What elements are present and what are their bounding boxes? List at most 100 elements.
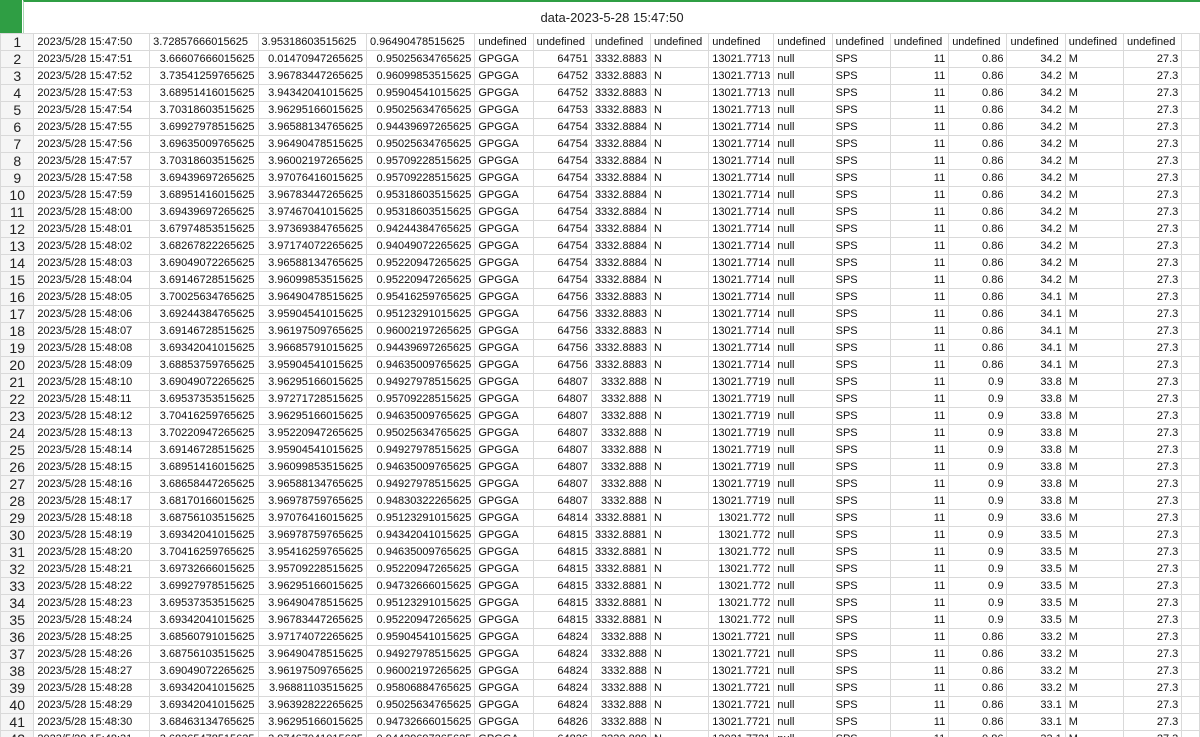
table-cell[interactable]: 3.69342041015625 [149, 611, 259, 629]
table-cell[interactable]: 3.95904541015625 [257, 441, 367, 459]
table-cell[interactable]: GPGGA [474, 356, 534, 374]
table-cell[interactable]: 11 [889, 730, 950, 737]
table-cell[interactable]: undefined [889, 33, 950, 51]
table-cell[interactable]: SPS [831, 611, 891, 629]
table-cell[interactable]: 3332.8881 [590, 526, 651, 544]
table-cell[interactable]: 0.9 [948, 441, 1008, 459]
table-cell[interactable]: 27.3 [1123, 84, 1183, 102]
table-cell[interactable]: 3.72857666015625 [149, 33, 259, 51]
table-cell[interactable]: 64807 [532, 492, 592, 510]
table-cell[interactable]: 27.3 [1123, 713, 1183, 731]
table-cell[interactable]: 3332.8881 [590, 509, 651, 527]
table-cell[interactable]: 64754 [532, 152, 592, 170]
table-cell[interactable]: M [1064, 713, 1125, 731]
table-cell[interactable]: GPGGA [474, 713, 534, 731]
table-cell[interactable]: undefined [590, 33, 651, 51]
table-cell[interactable]: 27.3 [1123, 390, 1183, 408]
table-cell[interactable]: 64752 [532, 84, 592, 102]
table-cell[interactable]: SPS [831, 118, 891, 136]
table-cell[interactable]: 64826 [532, 730, 592, 737]
table-cell[interactable]: 27.3 [1123, 730, 1183, 737]
table-cell[interactable]: 0.94439697265625 [365, 730, 476, 737]
table-cell-overflow[interactable] [1181, 50, 1200, 68]
table-cell[interactable]: N [649, 220, 710, 238]
table-cell[interactable]: 3.70220947265625 [149, 424, 259, 442]
table-cell-overflow[interactable] [1181, 84, 1200, 102]
table-cell[interactable]: 11 [889, 271, 950, 289]
table-cell[interactable]: 0.94927978515625 [365, 441, 476, 459]
table-cell-overflow[interactable] [1181, 203, 1200, 221]
table-cell[interactable]: 3.69342041015625 [149, 679, 259, 697]
row-number[interactable]: 7 [0, 135, 35, 153]
table-cell[interactable]: N [649, 84, 710, 102]
table-cell[interactable]: 2023/5/28 15:48:08 [33, 339, 151, 357]
table-cell[interactable]: M [1064, 424, 1125, 442]
table-cell[interactable]: 2023/5/28 15:48:05 [33, 288, 151, 306]
table-cell[interactable]: 27.3 [1123, 135, 1183, 153]
table-cell[interactable]: 3.68170166015625 [149, 492, 259, 510]
table-cell[interactable]: 11 [889, 645, 950, 663]
table-cell[interactable]: 3332.888 [590, 373, 651, 391]
table-cell[interactable]: 27.3 [1123, 339, 1183, 357]
table-cell[interactable]: 13021.7713 [708, 50, 775, 68]
table-cell[interactable]: 3332.888 [590, 441, 651, 459]
table-cell[interactable]: SPS [831, 135, 891, 153]
table-cell[interactable]: 13021.7713 [708, 84, 775, 102]
table-cell[interactable]: 33.2 [1006, 662, 1066, 680]
title-cell[interactable]: data-2023-5-28 15:47:50 [23, 0, 1200, 33]
table-cell[interactable]: 2023/5/28 15:48:14 [33, 441, 151, 459]
table-cell[interactable]: 0.94635009765625 [365, 356, 476, 374]
table-cell[interactable]: 11 [889, 424, 950, 442]
table-cell[interactable]: SPS [831, 475, 891, 493]
table-cell[interactable]: 3332.8884 [590, 237, 651, 255]
table-cell[interactable]: 27.3 [1123, 594, 1183, 612]
table-cell[interactable]: SPS [831, 577, 891, 595]
table-cell[interactable]: 0.01470947265625 [257, 50, 367, 68]
table-cell[interactable]: N [649, 662, 710, 680]
table-cell[interactable]: 13021.7721 [708, 696, 775, 714]
table-cell[interactable]: 3.69342041015625 [149, 696, 259, 714]
table-cell[interactable]: 3.96197509765625 [257, 322, 367, 340]
table-cell[interactable]: 64814 [532, 509, 592, 527]
table-cell[interactable]: 0.9 [948, 509, 1008, 527]
table-cell[interactable]: M [1064, 84, 1125, 102]
table-cell[interactable]: 2023/5/28 15:48:03 [33, 254, 151, 272]
table-cell[interactable]: 3.70318603515625 [149, 152, 259, 170]
table-cell[interactable]: 64754 [532, 254, 592, 272]
table-cell[interactable]: 0.9 [948, 424, 1008, 442]
table-cell[interactable]: null [773, 356, 833, 374]
table-cell[interactable]: 27.3 [1123, 356, 1183, 374]
row-number[interactable]: 23 [0, 407, 35, 425]
table-cell[interactable]: 0.86 [948, 84, 1008, 102]
table-cell[interactable]: 34.2 [1006, 135, 1066, 153]
table-cell[interactable]: null [773, 696, 833, 714]
table-cell[interactable]: 11 [889, 254, 950, 272]
table-cell[interactable]: N [649, 492, 710, 510]
table-cell[interactable]: GPGGA [474, 628, 534, 646]
table-cell-overflow[interactable] [1181, 152, 1200, 170]
table-cell[interactable]: 11 [889, 696, 950, 714]
table-cell[interactable]: SPS [831, 594, 891, 612]
table-cell[interactable]: 13021.7714 [708, 135, 775, 153]
table-cell[interactable]: 0.94439697265625 [365, 339, 476, 357]
table-cell[interactable]: 2023/5/28 15:47:55 [33, 118, 151, 136]
table-cell[interactable]: SPS [831, 50, 891, 68]
table-cell[interactable]: 2023/5/28 15:48:01 [33, 220, 151, 238]
table-cell[interactable]: 0.94244384765625 [365, 220, 476, 238]
table-cell[interactable]: 0.86 [948, 254, 1008, 272]
table-cell[interactable]: 3.69049072265625 [149, 373, 259, 391]
table-cell[interactable]: 11 [889, 611, 950, 629]
table-cell[interactable]: 3.69342041015625 [149, 526, 259, 544]
table-cell[interactable]: 3.67974853515625 [149, 220, 259, 238]
table-cell[interactable]: SPS [831, 84, 891, 102]
table-cell[interactable]: null [773, 730, 833, 737]
table-cell[interactable]: 0.95220947265625 [365, 254, 476, 272]
table-cell[interactable]: 3.97076416015625 [257, 169, 367, 187]
table-cell[interactable]: N [649, 288, 710, 306]
table-cell-overflow[interactable] [1181, 254, 1200, 272]
row-number[interactable]: 14 [0, 254, 35, 272]
table-cell[interactable]: M [1064, 475, 1125, 493]
row-number[interactable]: 32 [0, 560, 35, 578]
table-cell[interactable]: 3.95904541015625 [257, 305, 367, 323]
table-cell[interactable]: 11 [889, 577, 950, 595]
